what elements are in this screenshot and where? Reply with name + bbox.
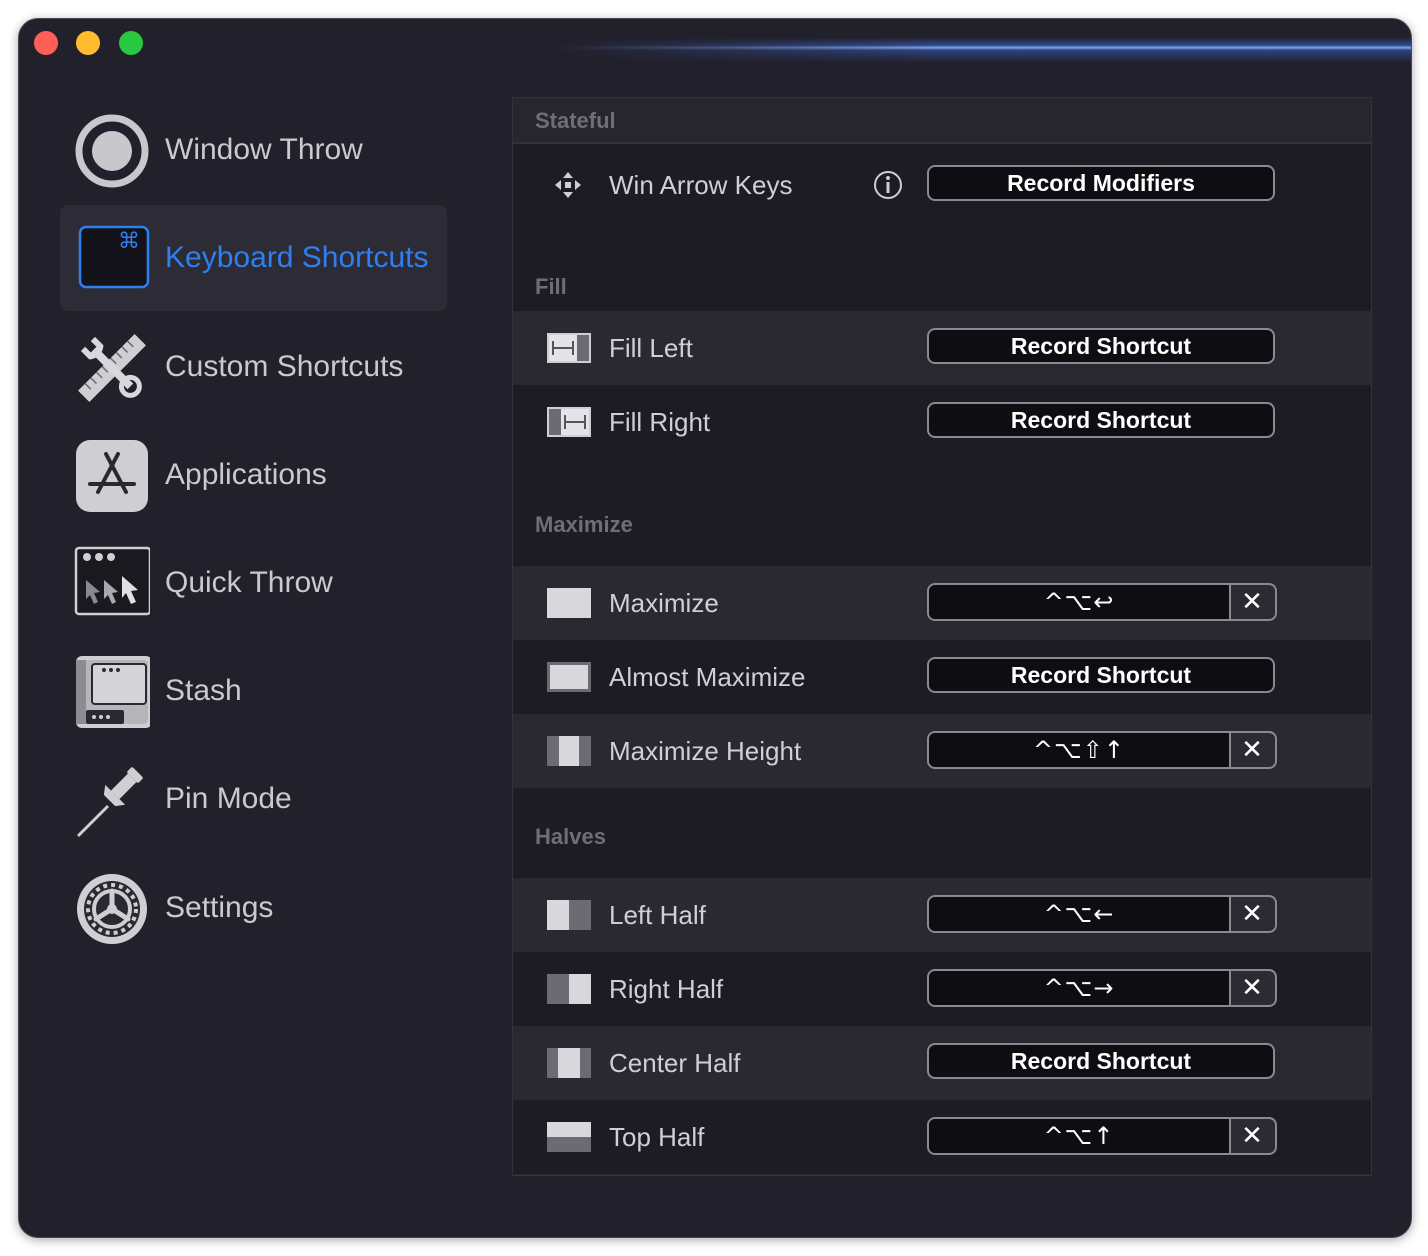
row-label: Win Arrow Keys: [609, 170, 793, 200]
fill-left-icon: [547, 333, 591, 363]
shortcut-field: ^⌥↑ ✕: [927, 1117, 1277, 1155]
shortcut-field: ^⌥→ ✕: [927, 969, 1277, 1007]
record-shortcut-button[interactable]: Record Shortcut: [927, 402, 1275, 438]
sidebar-item-label: Applications: [165, 458, 327, 491]
shortcut-field: ^⌥↩ ✕: [927, 583, 1277, 621]
row-label: Almost Maximize: [609, 662, 806, 692]
stash-icon: [76, 656, 150, 728]
section-header-maximize: Maximize: [535, 512, 633, 537]
row-maximize: Maximize ^⌥↩ ✕: [513, 566, 1371, 640]
clear-shortcut-button[interactable]: ✕: [1229, 897, 1275, 931]
clear-shortcut-button[interactable]: ✕: [1229, 1119, 1275, 1153]
info-icon[interactable]: [873, 170, 903, 200]
top-half-icon: [547, 1122, 591, 1152]
row-label: Maximize Height: [609, 736, 802, 766]
record-shortcut-button[interactable]: Record Shortcut: [927, 1043, 1275, 1079]
sidebar-item-label: Stash: [165, 674, 242, 707]
sidebar-item-quick-throw[interactable]: Quick Throw: [60, 530, 447, 636]
titlebar-glow: [551, 31, 1411, 63]
row-left-half: Left Half ^⌥← ✕: [513, 878, 1371, 952]
shortcut-value[interactable]: ^⌥←: [929, 897, 1231, 931]
row-label: Fill Right: [609, 407, 711, 437]
shortcut-value[interactable]: ^⌥⇧↑: [929, 733, 1231, 767]
row-label: Right Half: [609, 974, 724, 1004]
sidebar-item-label: Settings: [165, 891, 274, 924]
app-store-icon: [76, 440, 148, 512]
sidebar-item-window-throw[interactable]: Window Throw: [60, 97, 447, 203]
row-label: Maximize: [609, 588, 719, 618]
window-throw-icon: [75, 114, 149, 188]
section-header-stateful: Stateful: [513, 98, 1371, 144]
app-window: Window Throw ⌘ Keyboard Shortcuts Custom…: [18, 18, 1412, 1238]
row-label: Left Half: [609, 900, 706, 930]
clear-shortcut-button[interactable]: ✕: [1229, 585, 1275, 619]
row-label: Center Half: [609, 1048, 741, 1078]
sidebar-item-stash[interactable]: Stash: [60, 638, 447, 744]
row-right-half: Right Half ^⌥→ ✕: [513, 952, 1371, 1026]
record-shortcut-button[interactable]: Record Shortcut: [927, 328, 1275, 364]
sidebar-item-keyboard-shortcuts[interactable]: ⌘ Keyboard Shortcuts: [60, 205, 447, 311]
record-shortcut-button[interactable]: Record Shortcut: [927, 657, 1275, 693]
shortcut-field: ^⌥← ✕: [927, 895, 1277, 933]
right-half-icon: [547, 974, 591, 1004]
minimize-window-button[interactable]: [76, 31, 100, 55]
row-win-arrow-keys: Win Arrow Keys Record Modifiers: [513, 148, 1371, 222]
center-half-icon: [547, 1048, 591, 1078]
row-label: Fill Left: [609, 333, 693, 363]
row-almost-maximize: Almost Maximize Record Shortcut: [513, 640, 1371, 714]
row-center-half: Center Half Record Shortcut: [513, 1026, 1371, 1100]
row-partial: [513, 1174, 1371, 1175]
sidebar-item-custom-shortcuts[interactable]: Custom Shortcuts: [60, 314, 447, 420]
shortcut-field: ^⌥⇧↑ ✕: [927, 731, 1277, 769]
quick-throw-icon: [74, 546, 150, 616]
sidebar-item-settings[interactable]: Settings: [60, 855, 447, 961]
row-fill-left: Fill Left Record Shortcut: [513, 311, 1371, 385]
row-label: Top Half: [609, 1122, 705, 1152]
record-modifiers-button[interactable]: Record Modifiers: [927, 165, 1275, 201]
left-half-icon: [547, 900, 591, 930]
sidebar-item-applications[interactable]: Applications: [60, 422, 447, 528]
sidebar-item-label: Pin Mode: [165, 782, 292, 815]
almost-maximize-icon: [547, 662, 591, 692]
move-arrows-icon: [555, 172, 581, 198]
shortcut-value[interactable]: ^⌥↩: [929, 585, 1231, 619]
maximize-icon: [547, 588, 591, 618]
section-header-fill: Fill: [535, 274, 567, 299]
clear-shortcut-button[interactable]: ✕: [1229, 733, 1275, 767]
sidebar-item-label: Keyboard Shortcuts: [165, 241, 429, 274]
keyboard-command-icon: ⌘: [78, 225, 150, 289]
row-top-half: Top Half ^⌥↑ ✕: [513, 1100, 1371, 1174]
clear-shortcut-button[interactable]: ✕: [1229, 971, 1275, 1005]
section-header-halves: Halves: [535, 824, 606, 849]
sidebar-item-pin-mode[interactable]: Pin Mode: [60, 746, 447, 852]
sidebar-item-label: Quick Throw: [165, 566, 333, 599]
row-maximize-height: Maximize Height ^⌥⇧↑ ✕: [513, 714, 1371, 788]
tools-icon: [78, 334, 146, 402]
shortcut-value[interactable]: ^⌥↑: [929, 1119, 1231, 1153]
close-window-button[interactable]: [34, 31, 58, 55]
shortcuts-panel: Stateful Win Arrow Keys Record Modifiers…: [512, 97, 1372, 1176]
row-fill-right: Fill Right Record Shortcut: [513, 385, 1371, 459]
pushpin-icon: [76, 767, 143, 838]
maximize-height-icon: [547, 736, 591, 766]
fill-right-icon: [547, 407, 591, 437]
sidebar-item-label: Window Throw: [165, 133, 363, 166]
gear-icon: [77, 874, 147, 944]
svg-text:⌘: ⌘: [118, 229, 140, 254]
sidebar-item-label: Custom Shortcuts: [165, 350, 404, 383]
zoom-window-button[interactable]: [119, 31, 143, 55]
shortcut-value[interactable]: ^⌥→: [929, 971, 1231, 1005]
